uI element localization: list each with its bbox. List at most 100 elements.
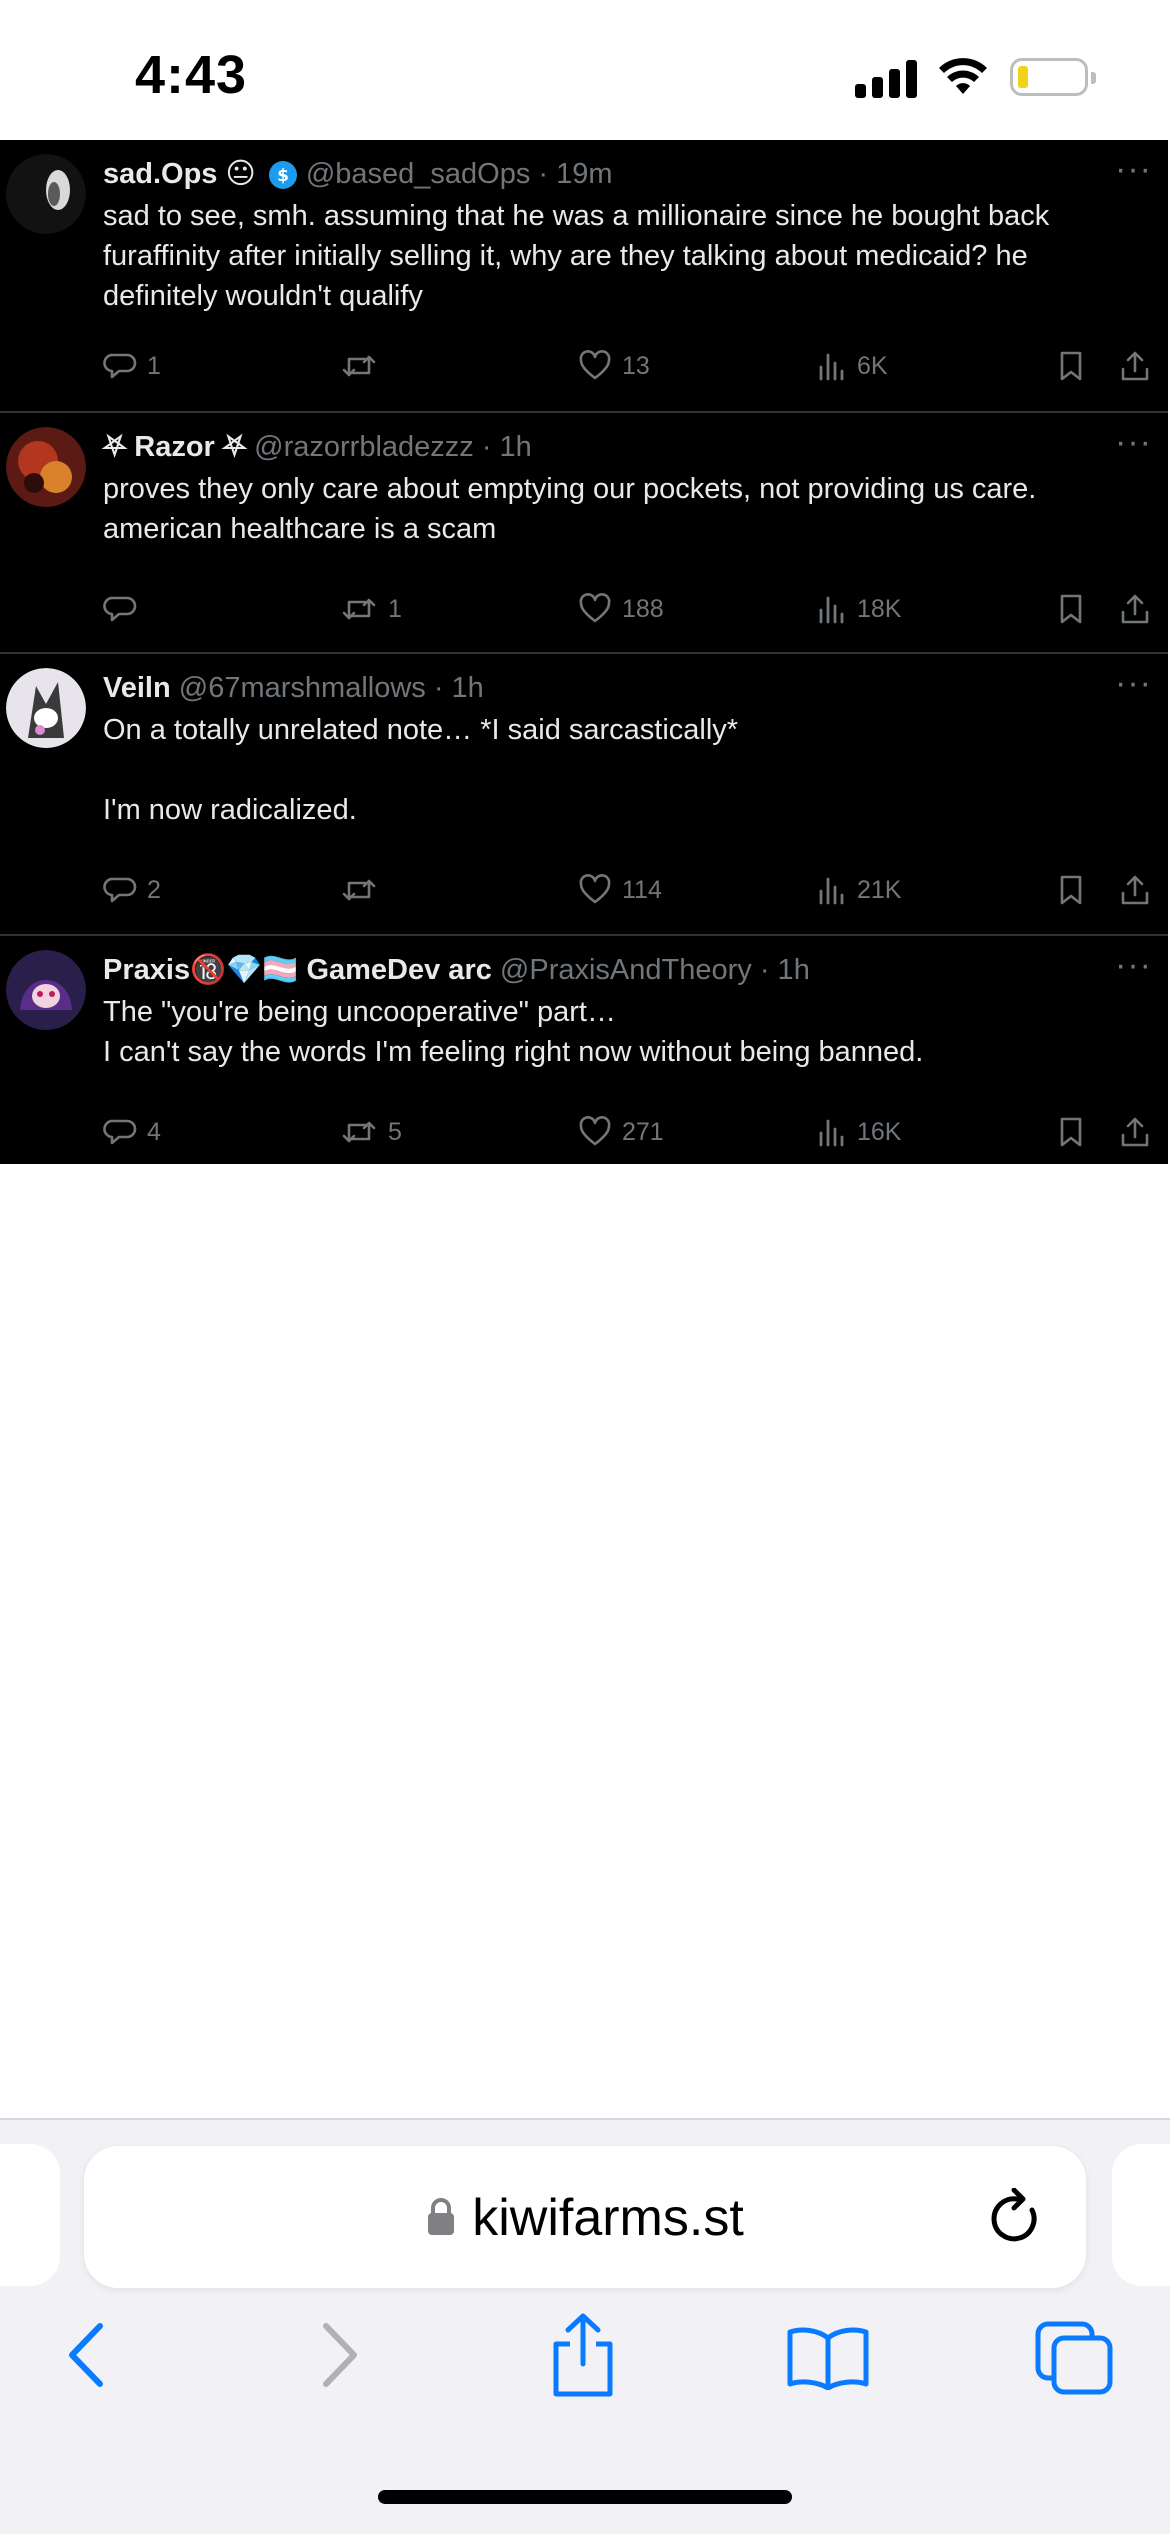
bookmarks-button[interactable] xyxy=(786,2324,870,2390)
battery-icon xyxy=(1010,58,1096,96)
handle-time: @razorrbladezzz · 1h xyxy=(254,431,532,463)
forward-button[interactable] xyxy=(314,2320,364,2390)
share-action xyxy=(1119,1112,1151,1152)
display-name: Praxis🔞💎🏳️‍⚧️ GameDev arc xyxy=(103,954,492,986)
like-action: 188 xyxy=(578,589,664,629)
like-action: 13 xyxy=(578,346,650,386)
tweet-actions: 4 5 271 16K xyxy=(103,1112,1163,1152)
wifi-icon xyxy=(939,58,987,94)
tweet-header: Praxis🔞💎🏳️‍⚧️ GameDev arc @PraxisAndTheo… xyxy=(103,950,1088,990)
bookmark-action xyxy=(1056,346,1086,386)
reply-action: 4 xyxy=(103,1112,161,1152)
tweet-actions: 2 114 21K xyxy=(103,870,1163,910)
bookmark-icon xyxy=(1060,351,1082,381)
lock-icon xyxy=(428,2198,455,2236)
bookmark-icon xyxy=(1060,875,1082,905)
tweet-text: On a totally unrelated note… *I said sar… xyxy=(103,714,739,826)
reply-icon xyxy=(103,877,137,903)
views-icon xyxy=(819,1119,844,1147)
share-action xyxy=(1119,589,1151,629)
url-text: kiwifarms.st xyxy=(472,2189,744,2247)
address-bar[interactable]: kiwifarms.st xyxy=(84,2146,1086,2288)
more-options-icon: ··· xyxy=(1115,150,1152,188)
avatar xyxy=(6,668,86,748)
bookmark-icon xyxy=(1060,1117,1082,1147)
views-action: 18K xyxy=(817,589,901,629)
like-action: 114 xyxy=(578,870,662,910)
heart-icon xyxy=(579,874,611,904)
bookmark-action xyxy=(1056,1112,1086,1152)
retweet-icon xyxy=(342,1121,376,1143)
share-button[interactable] xyxy=(548,2310,618,2398)
previous-tab-preview[interactable] xyxy=(0,2144,60,2286)
share-action xyxy=(1119,346,1151,386)
status-time: 4:43 xyxy=(135,45,248,105)
reply-icon xyxy=(103,1119,137,1145)
tweet-header: Veiln @67marshmallows · 1h xyxy=(103,668,1088,708)
tabs-button[interactable] xyxy=(1034,2320,1114,2396)
tweet-text: The "you're being uncooperative" part… I… xyxy=(103,996,924,1068)
heart-icon xyxy=(579,1116,611,1146)
reply-action: 2 xyxy=(103,870,161,910)
reload-icon[interactable] xyxy=(988,2188,1046,2250)
display-name: Veiln xyxy=(103,672,171,704)
reply-icon xyxy=(103,596,137,622)
svg-text:$: $ xyxy=(277,166,289,186)
views-icon xyxy=(819,353,844,381)
share-icon xyxy=(1121,875,1149,905)
tweet-item: sad.Ops 😐 $ @based_sadOps · 19m ··· sad … xyxy=(0,140,1168,413)
views-icon xyxy=(819,596,844,624)
tweet-actions: 1 188 18K xyxy=(103,589,1163,629)
next-tab-preview[interactable] xyxy=(1112,2144,1170,2286)
share-action xyxy=(1119,870,1151,910)
tweet-actions: 1 13 6K xyxy=(103,346,1163,386)
retweet-action: 5 xyxy=(340,1112,402,1152)
bookmark-action xyxy=(1056,870,1086,910)
url-display[interactable]: kiwifarms.st xyxy=(84,2188,1086,2248)
home-indicator[interactable] xyxy=(378,2490,792,2504)
avatar xyxy=(6,950,86,1030)
tweet-item: ⛧ Razor ⛧ @razorrbladezzz · 1h ··· prove… xyxy=(0,413,1168,654)
back-button[interactable] xyxy=(62,2320,112,2390)
retweet-icon xyxy=(342,879,376,901)
heart-icon xyxy=(579,593,611,623)
status-bar: 4:43 xyxy=(0,0,1170,140)
tweet-text: sad to see, smh. assuming that he was a … xyxy=(103,200,1050,312)
share-icon xyxy=(1121,351,1149,381)
avatar xyxy=(6,427,86,507)
tweet-item: Praxis🔞💎🏳️‍⚧️ GameDev arc @PraxisAndTheo… xyxy=(0,936,1168,1164)
views-icon xyxy=(819,877,844,905)
avatar xyxy=(6,154,86,234)
cellular-signal-icon xyxy=(855,58,917,98)
more-options-icon: ··· xyxy=(1115,423,1152,461)
views-action: 21K xyxy=(817,870,901,910)
reply-action xyxy=(103,589,147,629)
display-name: ⛧ Razor ⛧ xyxy=(103,431,247,463)
share-icon xyxy=(1121,1117,1149,1147)
retweet-action: 1 xyxy=(340,589,402,629)
share-icon xyxy=(1121,594,1149,624)
heart-icon xyxy=(579,350,611,380)
tweet-item: Veiln @67marshmallows · 1h ··· On a tota… xyxy=(0,654,1168,936)
more-options-icon: ··· xyxy=(1115,664,1152,702)
verified-dollar-badge-icon: $ xyxy=(268,161,297,190)
safari-toolbar: kiwifarms.st xyxy=(0,2118,1170,2534)
handle-time: @PraxisAndTheory · 1h xyxy=(499,954,810,986)
retweet-action xyxy=(340,870,388,910)
bookmark-icon xyxy=(1060,594,1082,624)
reply-action: 1 xyxy=(103,346,161,386)
reply-icon xyxy=(103,353,137,379)
handle-time: @67marshmallows · 1h xyxy=(178,672,484,704)
tweet-replies-screenshot: sad.Ops 😐 $ @based_sadOps · 19m ··· sad … xyxy=(0,140,1168,1164)
retweet-icon xyxy=(342,598,376,620)
display-name: sad.Ops 😐 xyxy=(103,158,256,190)
handle-time: @based_sadOps · 19m xyxy=(305,158,613,190)
retweet-action xyxy=(340,346,388,386)
tweet-header: ⛧ Razor ⛧ @razorrbladezzz · 1h xyxy=(103,427,1088,467)
retweet-icon xyxy=(342,355,376,377)
more-options-icon: ··· xyxy=(1115,946,1152,984)
tweet-header: sad.Ops 😐 $ @based_sadOps · 19m xyxy=(103,154,1088,194)
views-action: 16K xyxy=(817,1112,901,1152)
tweet-text: proves they only care about emptying our… xyxy=(103,473,1037,545)
bookmark-action xyxy=(1056,589,1086,629)
